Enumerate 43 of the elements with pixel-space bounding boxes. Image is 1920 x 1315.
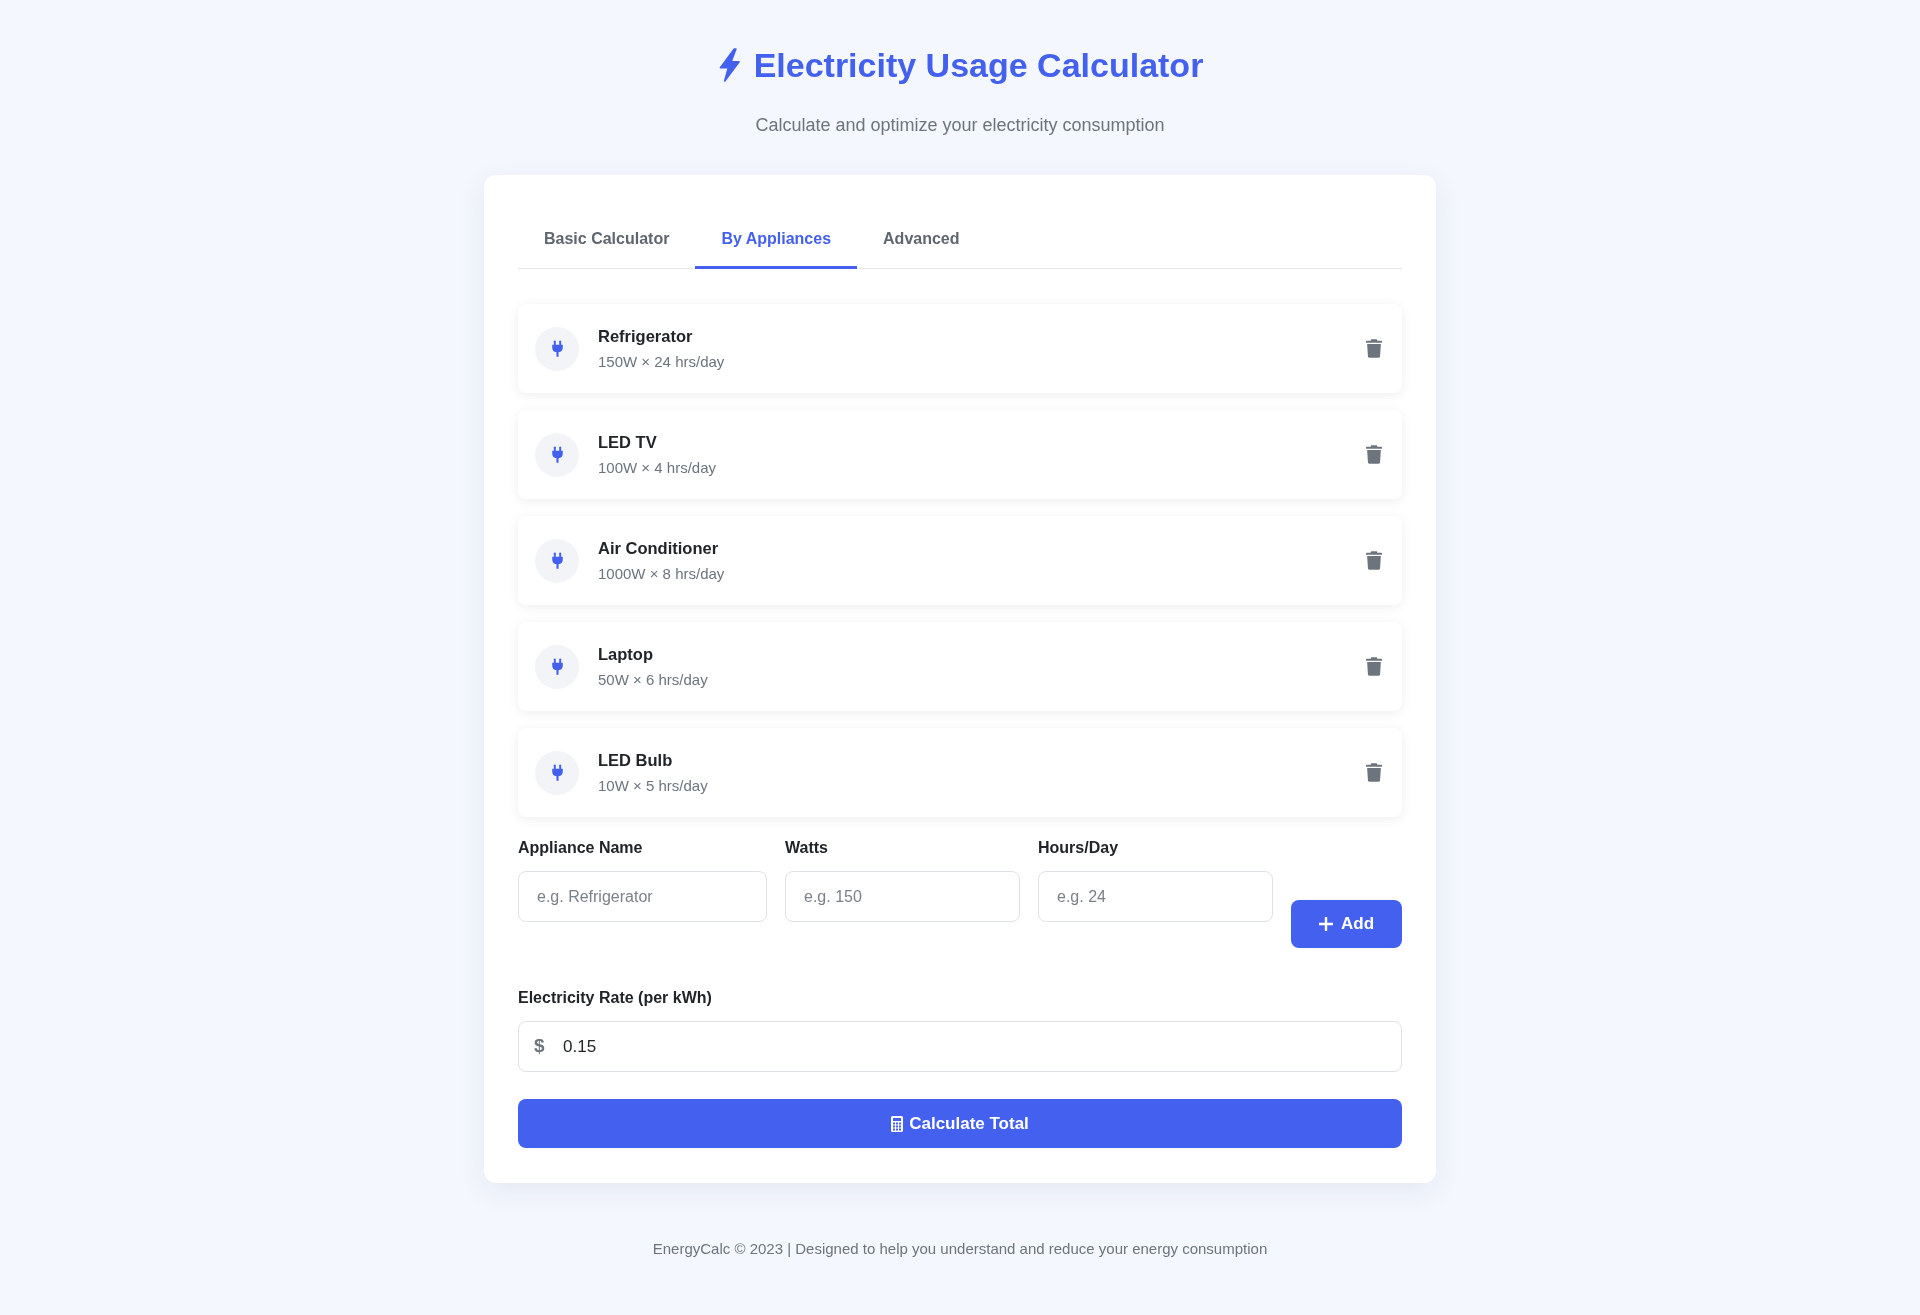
plus-icon	[1318, 917, 1333, 931]
trash-icon	[1366, 657, 1382, 676]
calculator-icon	[891, 1115, 904, 1132]
appliance-usage: 50W × 6 hrs/day	[598, 670, 708, 690]
delete-button[interactable]	[1366, 657, 1382, 676]
appliance-name: Laptop	[598, 644, 653, 665]
delete-button[interactable]	[1366, 339, 1382, 358]
delete-button[interactable]	[1366, 551, 1382, 570]
appliance-name: Refrigerator	[598, 326, 693, 347]
trash-icon	[1366, 763, 1382, 782]
field-label: Hours/Day	[1038, 838, 1119, 858]
trash-icon	[1366, 445, 1382, 464]
input-field[interactable]: e.g. Refrigerator	[518, 871, 767, 922]
appliance-name: LED TV	[598, 432, 657, 453]
trash-icon	[1366, 551, 1382, 570]
delete-button[interactable]	[1366, 763, 1382, 782]
appliance-usage: 10W × 5 hrs/day	[598, 776, 708, 796]
plug-icon	[535, 326, 579, 371]
currency-symbol: $	[534, 1034, 545, 1058]
input-field[interactable]: e.g. 24	[1038, 871, 1273, 922]
page-subtitle: Calculate and optimize your electricity consumption	[755, 114, 1165, 136]
appliance-name: LED Bulb	[598, 750, 673, 771]
appliance-usage: 150W × 24 hrs/day	[598, 352, 725, 372]
delete-button[interactable]	[1366, 445, 1382, 464]
input-field[interactable]: e.g. 150	[785, 871, 1020, 922]
add-button[interactable]: Add	[1291, 900, 1402, 948]
plug-icon	[535, 750, 579, 795]
appliance-name: Air Conditioner	[598, 538, 719, 559]
field-label: Electricity Rate (per kWh)	[518, 988, 712, 1008]
plug-icon	[535, 644, 579, 689]
tab[interactable]: By Appliances	[695, 209, 858, 269]
calculate-button[interactable]: Calculate Total	[518, 1099, 1402, 1148]
footer-text: EnergyCalc © 2023 | Designed to help you understand and reduce your energy consumption	[652, 1240, 1268, 1258]
field-label: Watts	[785, 838, 828, 858]
appliance-usage: 100W × 4 hrs/day	[598, 458, 716, 478]
tab[interactable]: Basic Calculator	[518, 209, 696, 269]
field-label: Appliance Name	[518, 838, 643, 858]
appliance-usage: 1000W × 8 hrs/day	[598, 564, 725, 584]
trash-icon	[1366, 339, 1382, 358]
plug-icon	[535, 432, 579, 477]
tab[interactable]: Advanced	[857, 209, 986, 269]
plug-icon	[535, 538, 579, 583]
page-title: Electricity Usage Calculator	[753, 45, 1204, 86]
